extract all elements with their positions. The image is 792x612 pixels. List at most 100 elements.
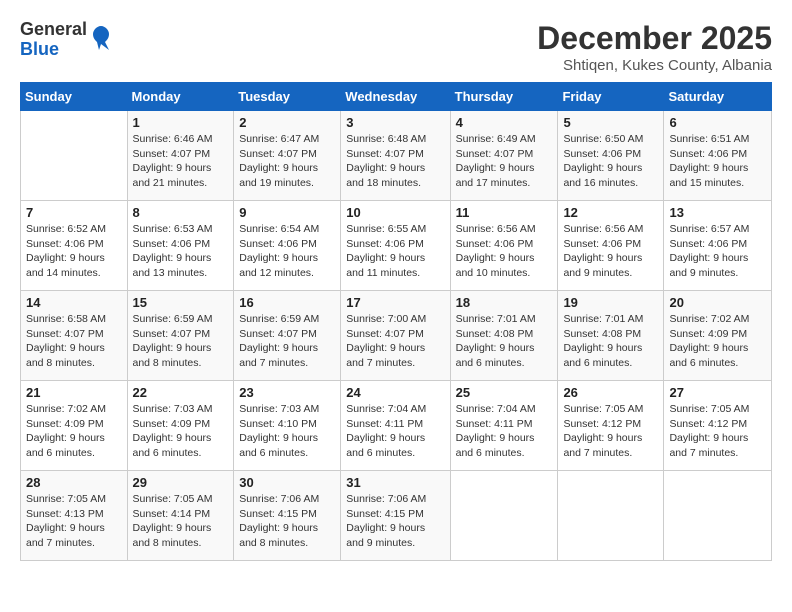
day-info: Sunrise: 6:49 AMSunset: 4:07 PMDaylight:… <box>456 132 553 191</box>
day-cell-5: 5Sunrise: 6:50 AMSunset: 4:06 PMDaylight… <box>558 111 664 201</box>
day-info: Sunrise: 6:55 AMSunset: 4:06 PMDaylight:… <box>346 222 444 281</box>
day-info: Sunrise: 7:06 AMSunset: 4:15 PMDaylight:… <box>239 492 335 551</box>
day-number: 17 <box>346 295 444 310</box>
day-number: 19 <box>563 295 658 310</box>
day-cell-2: 2 Sunrise: 6:47 AMSunset: 4:07 PMDaylight… <box>234 111 341 201</box>
day-cell-7: 7 Sunrise: 6:52 AMSunset: 4:06 PMDaylight… <box>21 201 128 291</box>
day-info: Sunrise: 6:59 AMSunset: 4:07 PMDaylight:… <box>133 312 229 371</box>
day-info: Sunrise: 6:52 AMSunset: 4:06 PMDaylight:… <box>26 222 122 281</box>
day-cell-9: 9 Sunrise: 6:54 AMSunset: 4:06 PMDaylight… <box>234 201 341 291</box>
day-number: 23 <box>239 385 335 400</box>
day-info: Sunrise: 7:04 AMSunset: 4:11 PMDaylight:… <box>456 402 553 461</box>
day-info: Sunrise: 7:02 AMSunset: 4:09 PMDaylight:… <box>26 402 122 461</box>
header-monday: Monday <box>127 83 234 111</box>
header-sunday: Sunday <box>21 83 128 111</box>
day-info: Sunrise: 6:56 AMSunset: 4:06 PMDaylight:… <box>456 222 553 281</box>
day-info: Sunrise: 6:54 AMSunset: 4:06 PMDaylight:… <box>239 222 335 281</box>
day-cell-10: 10 Sunrise: 6:55 AMSunset: 4:06 PMDayligh… <box>341 201 450 291</box>
day-number: 18 <box>456 295 553 310</box>
day-info: Sunrise: 7:05 AMSunset: 4:12 PMDaylight:… <box>669 402 766 461</box>
day-info: Sunrise: 6:57 AMSunset: 4:06 PMDaylight:… <box>669 222 766 281</box>
calendar-table: SundayMondayTuesdayWednesdayThursdayFrid… <box>20 82 772 561</box>
month-title: December 2025 <box>537 20 772 57</box>
day-cell-26: 26 Sunrise: 7:05 AMSunset: 4:12 PMDayligh… <box>558 381 664 471</box>
day-cell-24: 24 Sunrise: 7:04 AMSunset: 4:11 PMDayligh… <box>341 381 450 471</box>
day-info: Sunrise: 6:46 AMSunset: 4:07 PMDaylight:… <box>133 132 229 191</box>
day-number: 22 <box>133 385 229 400</box>
week-row-4: 21 Sunrise: 7:02 AMSunset: 4:09 PMDayligh… <box>21 381 772 471</box>
day-info: Sunrise: 6:50 AMSunset: 4:06 PMDaylight:… <box>563 132 658 191</box>
week-row-3: 14 Sunrise: 6:58 AMSunset: 4:07 PMDayligh… <box>21 291 772 381</box>
header-friday: Friday <box>558 83 664 111</box>
day-cell-27: 27 Sunrise: 7:05 AMSunset: 4:12 PMDayligh… <box>664 381 772 471</box>
day-cell-23: 23Sunrise: 7:03 AMSunset: 4:10 PMDayligh… <box>234 381 341 471</box>
day-number: 21 <box>26 385 122 400</box>
day-number: 24 <box>346 385 444 400</box>
logo: General Blue <box>20 20 111 60</box>
day-number: 11 <box>456 205 553 220</box>
header-tuesday: Tuesday <box>234 83 341 111</box>
day-cell-21: 21 Sunrise: 7:02 AMSunset: 4:09 PMDayligh… <box>21 381 128 471</box>
day-info: Sunrise: 7:00 AMSunset: 4:07 PMDaylight:… <box>346 312 444 371</box>
day-info: Sunrise: 6:56 AMSunset: 4:06 PMDaylight:… <box>563 222 658 281</box>
day-info: Sunrise: 7:01 AMSunset: 4:08 PMDaylight:… <box>456 312 553 371</box>
day-number: 31 <box>346 475 444 490</box>
day-info: Sunrise: 7:05 AMSunset: 4:13 PMDaylight:… <box>26 492 122 551</box>
header-thursday: Thursday <box>450 83 558 111</box>
day-info: Sunrise: 6:48 AMSunset: 4:07 PMDaylight:… <box>346 132 444 191</box>
day-cell-11: 11 Sunrise: 6:56 AMSunset: 4:06 PMDayligh… <box>450 201 558 291</box>
day-cell-14: 14 Sunrise: 6:58 AMSunset: 4:07 PMDayligh… <box>21 291 128 381</box>
day-number: 3 <box>346 115 444 130</box>
day-cell-29: 29 Sunrise: 7:05 AMSunset: 4:14 PMDayligh… <box>127 471 234 561</box>
day-number: 20 <box>669 295 766 310</box>
day-cell-31: 31 Sunrise: 7:06 AMSunset: 4:15 PMDayligh… <box>341 471 450 561</box>
day-info: Sunrise: 6:53 AMSunset: 4:06 PMDaylight:… <box>133 222 229 281</box>
day-cell-18: 18 Sunrise: 7:01 AMSunset: 4:08 PMDayligh… <box>450 291 558 381</box>
day-number: 27 <box>669 385 766 400</box>
header-wednesday: Wednesday <box>341 83 450 111</box>
day-number: 15 <box>133 295 229 310</box>
day-cell-6: 6Sunrise: 6:51 AMSunset: 4:06 PMDaylight… <box>664 111 772 201</box>
day-number: 1 <box>133 115 229 130</box>
day-number: 25 <box>456 385 553 400</box>
day-number: 7 <box>26 205 122 220</box>
day-cell-22: 22 Sunrise: 7:03 AMSunset: 4:09 PMDayligh… <box>127 381 234 471</box>
day-info: Sunrise: 6:47 AMSunset: 4:07 PMDaylight:… <box>239 132 335 191</box>
day-cell-19: 19 Sunrise: 7:01 AMSunset: 4:08 PMDayligh… <box>558 291 664 381</box>
day-cell-8: 8Sunrise: 6:53 AMSunset: 4:06 PMDaylight… <box>127 201 234 291</box>
day-cell-25: 25 Sunrise: 7:04 AMSunset: 4:11 PMDayligh… <box>450 381 558 471</box>
day-cell-20: 20Sunrise: 7:02 AMSunset: 4:09 PMDayligh… <box>664 291 772 381</box>
day-number: 26 <box>563 385 658 400</box>
empty-cell <box>21 111 128 201</box>
day-number: 2 <box>239 115 335 130</box>
empty-cell <box>558 471 664 561</box>
day-info: Sunrise: 6:59 AMSunset: 4:07 PMDaylight:… <box>239 312 335 371</box>
day-info: Sunrise: 7:06 AMSunset: 4:15 PMDaylight:… <box>346 492 444 551</box>
day-cell-17: 17 Sunrise: 7:00 AMSunset: 4:07 PMDayligh… <box>341 291 450 381</box>
week-row-5: 28Sunrise: 7:05 AMSunset: 4:13 PMDayligh… <box>21 471 772 561</box>
day-info: Sunrise: 7:05 AMSunset: 4:14 PMDaylight:… <box>133 492 229 551</box>
empty-cell <box>664 471 772 561</box>
day-info: Sunrise: 6:58 AMSunset: 4:07 PMDaylight:… <box>26 312 122 371</box>
location-subtitle: Shtiqen, Kukes County, Albania <box>537 57 772 74</box>
day-info: Sunrise: 7:03 AMSunset: 4:09 PMDaylight:… <box>133 402 229 461</box>
day-cell-28: 28Sunrise: 7:05 AMSunset: 4:13 PMDayligh… <box>21 471 128 561</box>
day-number: 10 <box>346 205 444 220</box>
day-number: 9 <box>239 205 335 220</box>
day-number: 4 <box>456 115 553 130</box>
day-number: 30 <box>239 475 335 490</box>
day-cell-3: 3 Sunrise: 6:48 AMSunset: 4:07 PMDaylight… <box>341 111 450 201</box>
day-info: Sunrise: 7:04 AMSunset: 4:11 PMDaylight:… <box>346 402 444 461</box>
day-number: 6 <box>669 115 766 130</box>
day-info: Sunrise: 7:01 AMSunset: 4:08 PMDaylight:… <box>563 312 658 371</box>
week-row-2: 7 Sunrise: 6:52 AMSunset: 4:06 PMDaylight… <box>21 201 772 291</box>
day-number: 16 <box>239 295 335 310</box>
page-header: General Blue December 2025 Shtiqen, Kuke… <box>20 20 772 74</box>
day-cell-12: 12Sunrise: 6:56 AMSunset: 4:06 PMDayligh… <box>558 201 664 291</box>
week-row-1: 1 Sunrise: 6:46 AMSunset: 4:07 PMDaylight… <box>21 111 772 201</box>
day-info: Sunrise: 7:05 AMSunset: 4:12 PMDaylight:… <box>563 402 658 461</box>
empty-cell <box>450 471 558 561</box>
day-number: 29 <box>133 475 229 490</box>
day-number: 14 <box>26 295 122 310</box>
logo-text: General Blue <box>20 20 87 60</box>
